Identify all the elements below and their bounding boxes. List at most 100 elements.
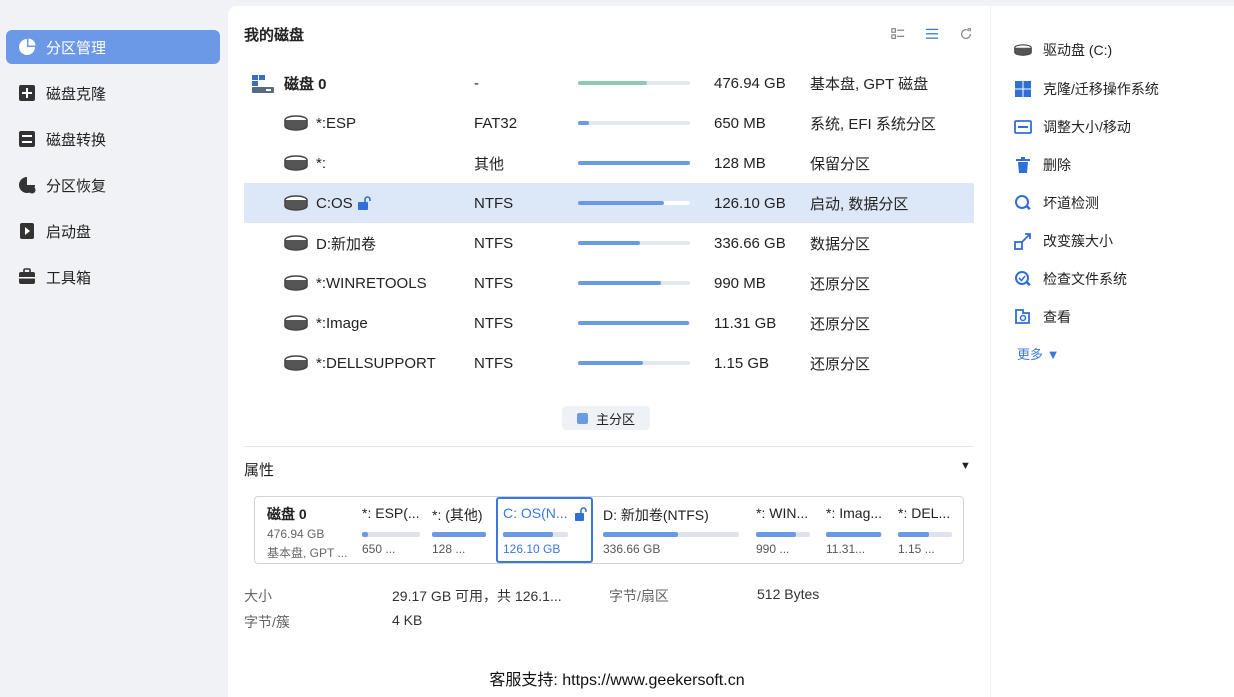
sidebar-item-label: 工具箱: [46, 269, 92, 287]
actions-panel: 驱动盘 (C:) 克隆/迁移操作系统 调整大小/移动 删除 坏道检测 改变簇大小…: [991, 6, 1234, 697]
sidebar-item-partition-manager[interactable]: 分区管理: [6, 30, 220, 64]
boot-disk-icon: [18, 222, 36, 240]
disk-map-segment[interactable]: *: Imag... 11.31...: [819, 497, 891, 563]
list-view-icon[interactable]: [924, 26, 940, 42]
drive-title: 驱动盘 (C:): [1013, 40, 1112, 60]
hard-drive-icon: [284, 115, 308, 131]
segment-label: *: ESP(...: [362, 505, 420, 521]
partition-type: 还原分区: [810, 315, 871, 333]
divider: [244, 446, 974, 447]
sidebar-item-boot-disk[interactable]: 启动盘: [6, 214, 220, 248]
collapse-caret-icon[interactable]: ▼: [960, 460, 971, 472]
usage-bar: [578, 161, 690, 165]
partition-row[interactable]: *:DELLSUPPORT NTFS 1.15 GB 还原分区: [244, 343, 974, 383]
disk-icon: [252, 75, 276, 93]
action-delete[interactable]: 删除: [1013, 155, 1071, 175]
partition-fs: NTFS: [474, 314, 514, 332]
refresh-icon[interactable]: [958, 26, 974, 42]
hard-drive-icon: [284, 355, 308, 371]
card-view-icon[interactable]: [890, 26, 906, 42]
partition-row-selected[interactable]: C:OS NTFS 126.10 GB 启动, 数据分区: [244, 183, 974, 223]
disk-map-segment-selected[interactable]: C: OS(N... 126.10 GB: [496, 497, 593, 563]
disk-clone-icon: [18, 84, 36, 102]
action-label: 克隆/迁移操作系统: [1043, 81, 1159, 97]
partition-row[interactable]: *:WINRETOOLS NTFS 990 MB 还原分区: [244, 263, 974, 303]
usage-bar: [578, 121, 690, 125]
disk-map-disk-size: 476.94 GB: [267, 527, 325, 541]
partition-recovery-icon: [18, 176, 36, 194]
partition-size: 336.66 GB: [714, 234, 786, 252]
hard-drive-icon: [1013, 41, 1033, 59]
disk-fs: -: [474, 74, 479, 92]
disk-row[interactable]: 磁盘 0 - 476.94 GB 基本盘, GPT 磁盘: [244, 63, 974, 103]
sidebar-item-label: 分区管理: [46, 39, 107, 57]
action-label: 调整大小/移动: [1043, 119, 1131, 135]
more-dropdown[interactable]: 更多 ▼: [1017, 344, 1059, 363]
partition-name: D:新加卷: [316, 235, 377, 253]
segment-size: 11.31...: [826, 542, 866, 556]
partition-size: 1.15 GB: [714, 354, 770, 372]
sidebar-item-disk-convert[interactable]: 磁盘转换: [6, 122, 220, 156]
action-check-filesystem[interactable]: 检查文件系统: [1013, 269, 1127, 289]
sidebar-item-toolbox[interactable]: 工具箱: [6, 260, 220, 294]
partition-fs: NTFS: [474, 354, 514, 372]
disk-map-segment[interactable]: *: WIN... 990 ...: [749, 497, 819, 563]
usage-bar: [578, 281, 690, 285]
segment-bar: [826, 532, 882, 537]
partition-name: C:OS: [316, 194, 353, 212]
hard-drive-icon: [284, 275, 308, 291]
sector-value: 512 Bytes: [757, 586, 820, 602]
action-label: 检查文件系统: [1043, 271, 1127, 287]
segment-size: 990 ...: [756, 542, 790, 556]
disk-map: 磁盘 0 476.94 GB 基本盘, GPT ... *: ESP(... 6…: [254, 496, 964, 564]
bad-sector-scan-icon: [1013, 194, 1033, 212]
cluster-label: 字节/簇: [244, 614, 290, 630]
segment-label: C: OS(N...: [503, 505, 568, 521]
pie-chart-icon: [18, 38, 36, 56]
partition-row[interactable]: *:ESP FAT32 650 MB 系统, EFI 系统分区: [244, 103, 974, 143]
main-panel: 我的磁盘 磁盘 0 - 476.94 GB 基本盘, GPT 磁盘 *:ESP …: [228, 6, 990, 697]
toolbox-icon: [18, 268, 36, 286]
sidebar-item-partition-recovery[interactable]: 分区恢复: [6, 168, 220, 202]
partition-fs: NTFS: [474, 274, 514, 292]
partition-row[interactable]: *:Image NTFS 11.31 GB 还原分区: [244, 303, 974, 343]
hard-drive-icon: [284, 195, 308, 211]
segment-size: 336.66 GB: [603, 542, 661, 556]
action-explore[interactable]: 查看: [1013, 307, 1071, 327]
partition-size: 990 MB: [714, 274, 766, 292]
partition-fs: FAT32: [474, 114, 518, 132]
partition-size: 11.31 GB: [714, 314, 777, 332]
segment-size: 128 ...: [432, 542, 466, 556]
sidebar-item-label: 启动盘: [46, 223, 92, 241]
usage-bar: [578, 361, 690, 365]
action-resize-move[interactable]: 调整大小/移动: [1013, 117, 1131, 137]
disk-map-segment[interactable]: D: 新加卷(NTFS) 336.66 GB: [596, 497, 751, 563]
disk-map-segment[interactable]: *: ESP(... 650 ...: [355, 497, 425, 563]
sidebar-item-disk-clone[interactable]: 磁盘克隆: [6, 76, 220, 110]
partition-row[interactable]: D:新加卷 NTFS 336.66 GB 数据分区: [244, 223, 974, 263]
action-label: 改变簇大小: [1043, 233, 1113, 249]
disk-map-segment[interactable]: *: DEL... 1.15 ...: [891, 497, 963, 563]
disk-map-segment[interactable]: *: (其他) 128 ...: [425, 497, 495, 563]
resize-move-icon: [1013, 118, 1033, 136]
partition-row[interactable]: *: 其他 128 MB 保留分区: [244, 143, 974, 183]
segment-bar: [898, 532, 952, 537]
segment-label: *: WIN...: [756, 505, 809, 521]
disk-map-disk[interactable]: 磁盘 0 476.94 GB 基本盘, GPT ...: [255, 497, 355, 563]
sidebar-item-label: 分区恢复: [46, 177, 107, 195]
disk-type: 基本盘, GPT 磁盘: [810, 75, 929, 93]
sidebar-item-label: 磁盘克隆: [46, 85, 107, 103]
partition-fs: 其他: [474, 155, 505, 173]
usage-bar: [578, 201, 690, 205]
segment-bar: [756, 532, 810, 537]
action-change-cluster-size[interactable]: 改变簇大小: [1013, 231, 1113, 251]
partition-name: *:Image: [316, 314, 368, 332]
view-toolbar: [890, 26, 974, 42]
partition-type: 还原分区: [810, 355, 871, 373]
action-clone-os[interactable]: 克隆/迁移操作系统: [1013, 79, 1159, 99]
hard-drive-icon: [284, 235, 308, 251]
partition-type: 还原分区: [810, 275, 871, 293]
action-bad-sector-scan[interactable]: 坏道检测: [1013, 193, 1099, 213]
disk-map-disk-type: 基本盘, GPT ...: [267, 546, 348, 560]
hard-drive-icon: [284, 155, 308, 171]
